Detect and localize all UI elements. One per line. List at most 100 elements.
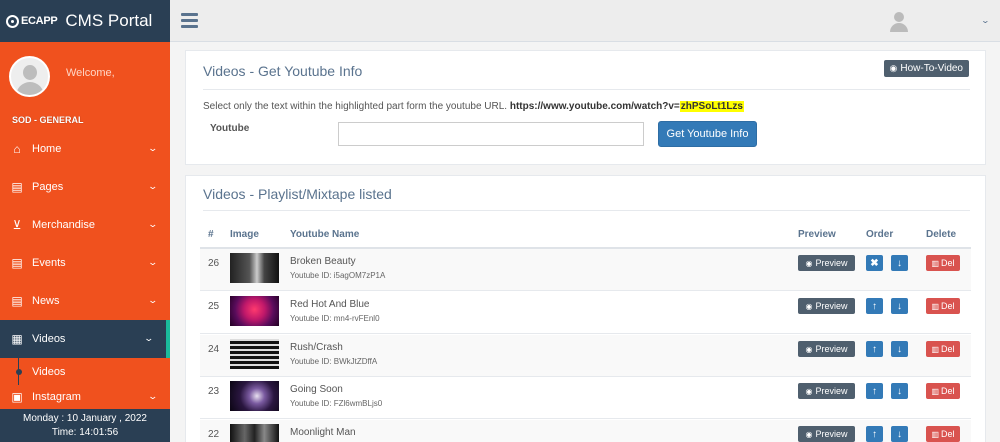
trash-icon: ▥ <box>931 429 940 439</box>
header-name: Youtube Name <box>290 229 360 240</box>
arrow-down-icon: ↓ <box>897 428 902 440</box>
table-row: 26 Broken Beauty Youtube ID: i5agOM7zP1A… <box>200 249 971 291</box>
get-youtube-info-button[interactable]: Get Youtube Info <box>658 121 757 147</box>
sidebar-subitem-label: Videos <box>32 365 66 378</box>
logo-text: ECAPP <box>21 15 58 27</box>
preview-button[interactable]: ◉ Preview <box>798 298 855 314</box>
sidebar-item-instagram[interactable]: ▣ Instagram ⌄ <box>0 385 170 409</box>
sidebar-item-events[interactable]: ▤ Events ⌄ <box>0 244 170 282</box>
eye-icon: ◉ <box>805 429 813 439</box>
arrow-down-icon: ↓ <box>897 343 902 355</box>
trash-icon: ▥ <box>931 386 940 396</box>
move-down-button[interactable]: ↓ <box>891 298 908 314</box>
move-down-button[interactable]: ↓ <box>891 255 908 271</box>
bullet-icon <box>16 369 22 375</box>
sidebar-item-merchandise[interactable]: ⊻ Merchandise ⌄ <box>0 206 170 244</box>
header-order: Order <box>866 229 894 240</box>
arrow-up-icon: ↑ <box>872 300 877 312</box>
video-thumbnail[interactable] <box>230 253 279 283</box>
section-label: SOD - GENERAL <box>12 115 84 125</box>
table-row: 23 Going Soon Youtube ID: FZl6wmBLjs0 ◉ P… <box>200 377 971 419</box>
sidebar-item-videos[interactable]: ▦ Videos ⌄ <box>0 320 170 358</box>
file-icon: ▤ <box>11 294 23 308</box>
row-number: 23 <box>208 386 220 397</box>
preview-button[interactable]: ◉ Preview <box>798 383 855 399</box>
how-to-video-label: How-To-Video <box>900 63 963 74</box>
header-num: # <box>208 229 214 240</box>
delete-button[interactable]: ▥ Del <box>926 426 960 442</box>
welcome-text: Welcome, <box>66 67 115 79</box>
row-number: 22 <box>208 429 220 440</box>
move-up-button[interactable]: ↑ <box>866 383 883 399</box>
date-time-display: Monday : 10 January , 2022 Time: 14:01:5… <box>0 409 170 442</box>
sidebar-item-label: Pages <box>32 181 64 193</box>
delete-button[interactable]: ▥ Del <box>926 341 960 357</box>
arrow-down-icon: ↓ <box>897 257 902 269</box>
arrow-up-icon: ↑ <box>872 385 877 397</box>
table-row: 25 Red Hot And Blue Youtube ID: mn4-rvFE… <box>200 292 971 334</box>
sidebar-item-label: Events <box>32 257 66 269</box>
video-thumbnail[interactable] <box>230 424 279 442</box>
trash-icon: ▥ <box>931 301 940 311</box>
delete-button[interactable]: ▥ Del <box>926 298 960 314</box>
move-down-button[interactable]: ↓ <box>891 383 908 399</box>
instagram-icon: ▣ <box>11 390 23 404</box>
app-title: CMS Portal <box>65 11 153 30</box>
video-thumbnail[interactable] <box>230 381 279 411</box>
youtube-label: Youtube <box>210 123 250 134</box>
arrow-up-icon: ↑ <box>872 343 877 355</box>
row-number: 26 <box>208 258 220 269</box>
sidebar-item-pages[interactable]: ▤ Pages ⌄ <box>0 168 170 206</box>
close-icon: ✖ <box>870 257 879 269</box>
delete-button[interactable]: ▥ Del <box>926 383 960 399</box>
chevron-down-icon: ⌄ <box>147 391 159 401</box>
sidebar-item-label: News <box>32 295 60 307</box>
row-number: 25 <box>208 301 220 312</box>
move-down-button[interactable]: ↓ <box>891 426 908 442</box>
video-thumbnail[interactable] <box>230 339 279 369</box>
sidebar-subitem-videos[interactable]: Videos <box>0 358 170 385</box>
preview-button[interactable]: ◉ Preview <box>798 341 855 357</box>
delete-button[interactable]: ▥ Del <box>926 255 960 271</box>
table-row: 22 Moonlight Man ◉ Preview ↑ ↓ ▥ Del <box>200 420 971 442</box>
panel-title: Videos - Get Youtube Info <box>203 63 363 79</box>
video-name: Rush/Crash <box>290 342 343 353</box>
video-id: Youtube ID: i5agOM7zP1A <box>290 271 386 280</box>
sidebar-item-label: Videos <box>32 333 66 345</box>
sidebar-item-label: Instagram <box>32 391 81 403</box>
eye-icon: ◉ <box>889 63 898 73</box>
move-up-button[interactable]: ↑ <box>866 426 883 442</box>
move-down-button[interactable]: ↓ <box>891 341 908 357</box>
video-name: Moonlight Man <box>290 427 356 438</box>
file-icon: ▤ <box>11 180 23 194</box>
sidebar-item-news[interactable]: ▤ News ⌄ <box>0 282 170 320</box>
row-number: 24 <box>208 344 220 355</box>
youtube-id-input[interactable] <box>338 122 644 146</box>
header-preview: Preview <box>798 229 836 240</box>
youtube-info-panel: Videos - Get Youtube Info ◉ How-To-Video… <box>185 50 986 165</box>
video-name: Going Soon <box>290 384 343 395</box>
home-icon: ⌂ <box>13 142 21 156</box>
top-nav: ⌄ <box>170 0 1000 42</box>
file-icon: ▤ <box>11 256 23 270</box>
chevron-down-icon[interactable]: ⌄ <box>981 16 990 25</box>
eye-icon: ◉ <box>805 386 813 396</box>
move-up-button[interactable]: ↑ <box>866 341 883 357</box>
cart-icon: ⊻ <box>12 218 22 232</box>
sidebar-item-home[interactable]: ⌂ Home ⌄ <box>0 130 170 168</box>
brand[interactable]: ECAPP CMS Portal <box>0 0 170 42</box>
user-avatar-icon[interactable] <box>890 12 908 32</box>
preview-button[interactable]: ◉ Preview <box>798 426 855 442</box>
table-row: 24 Rush/Crash Youtube ID: BWkJtZDffA ◉ Pr… <box>200 335 971 377</box>
video-thumbnail[interactable] <box>230 296 279 326</box>
how-to-video-button[interactable]: ◉ How-To-Video <box>883 60 969 77</box>
move-up-button[interactable]: ↑ <box>866 298 883 314</box>
preview-button[interactable]: ◉ Preview <box>798 255 855 271</box>
video-id: Youtube ID: FZl6wmBLjs0 <box>290 399 383 408</box>
menu-toggle-icon[interactable] <box>181 13 198 31</box>
remove-order-button[interactable]: ✖ <box>866 255 883 271</box>
hint-message: Select only the text within the highligh… <box>203 101 508 112</box>
profile: Welcome, <box>0 42 170 106</box>
logo-ring-icon <box>6 14 19 28</box>
trash-icon: ▥ <box>931 344 940 354</box>
